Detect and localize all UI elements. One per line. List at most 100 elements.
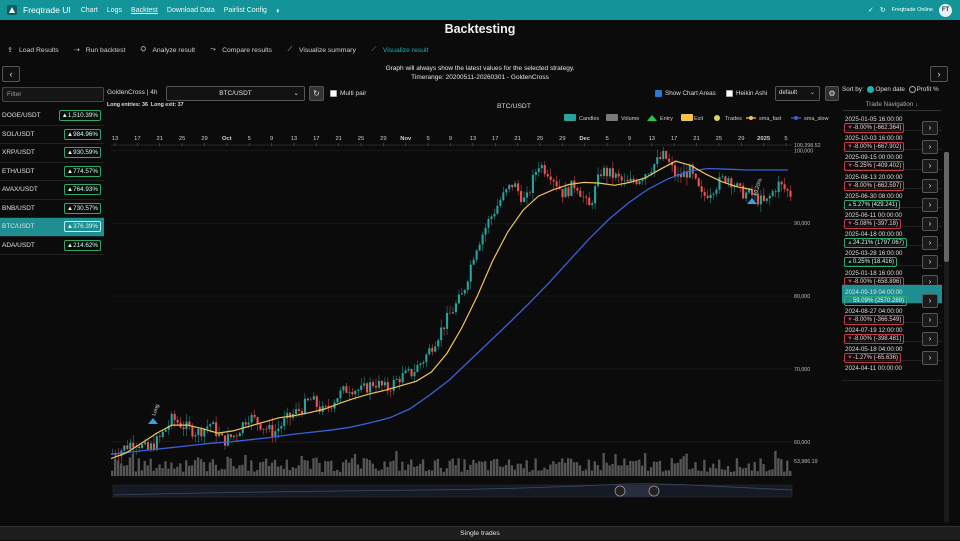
trade-row[interactable]: 2024-04-11 00:00:00 bbox=[842, 361, 942, 381]
x-tick-label: Oct bbox=[222, 136, 232, 142]
avatar[interactable]: FT bbox=[939, 3, 952, 17]
candle-body bbox=[591, 203, 594, 206]
candle-body bbox=[431, 348, 434, 352]
candle-body bbox=[218, 433, 221, 437]
profit-badge: ▲774.57% bbox=[63, 165, 101, 177]
trade-profit-value: -8.00% (-366.549) bbox=[852, 316, 902, 323]
nav-logs[interactable]: Logs bbox=[107, 7, 122, 14]
pair-item-btc[interactable]: BTC/USDT ▲376.39% bbox=[0, 218, 104, 237]
trade-row[interactable]: 2025-03-28 16:00:00 ▲0.25% (18.416) › bbox=[842, 246, 942, 270]
volume-bar bbox=[442, 471, 445, 476]
x-tick-label: 25 bbox=[537, 136, 543, 142]
trade-row[interactable]: 2025-04-18 00:00:00 ▲24.21% (1797.067) › bbox=[842, 227, 942, 251]
refresh-icon[interactable]: ↻ bbox=[880, 6, 886, 14]
x-tick-label: 21 bbox=[693, 136, 699, 142]
trade-row[interactable]: 2025-08-13 20:00:00 ▼-8.00% (-662.597) › bbox=[842, 170, 942, 193]
multi-pair-checkbox[interactable]: Multi pair bbox=[330, 90, 366, 97]
trade-row[interactable]: 2025-09-15 00:00:00 ▼-5.25% (-409.402) › bbox=[842, 150, 942, 174]
candle-body bbox=[434, 346, 437, 352]
tab-run-backtest[interactable]: ⇢ Run backtest bbox=[73, 46, 126, 55]
prev-button[interactable]: ‹ bbox=[2, 66, 20, 82]
sort-open-date-label[interactable]: Open date bbox=[875, 86, 904, 93]
checkbox-box[interactable] bbox=[726, 90, 733, 97]
pair-item-bnb[interactable]: BNB/USDT ▲730.57% bbox=[0, 200, 104, 218]
nav-download-data[interactable]: Download Data bbox=[167, 7, 215, 14]
pair-item-eth[interactable]: ETH/USDT ▲774.57% bbox=[0, 163, 104, 181]
sort-profit-radio[interactable] bbox=[908, 86, 916, 93]
pair-item-sol[interactable]: SOL/USDT ▲984.96% bbox=[0, 126, 104, 144]
theme-toggle-icon[interactable]: ◐ bbox=[276, 6, 281, 15]
pair-filter-input[interactable]: Filter bbox=[2, 87, 104, 102]
trade-row[interactable]: 2025-01-18 16:00:00 ▼-8.00% (-658.896) › bbox=[842, 266, 942, 289]
pair-item-xrp[interactable]: XRP/USDT ▲930.59% bbox=[0, 144, 104, 163]
tab-label: Load Results bbox=[19, 46, 59, 54]
candle-body bbox=[428, 348, 431, 355]
trade-label: Long bbox=[151, 404, 161, 417]
candle-body bbox=[662, 151, 665, 159]
candle-body bbox=[280, 426, 283, 429]
sort-open-date-radio[interactable] bbox=[867, 86, 875, 93]
candle-body bbox=[724, 176, 727, 183]
trade-row[interactable]: 2024-05-18 04:00:00 ▼-1.27% (-65.636) › bbox=[842, 342, 942, 366]
trade-date: 2025-06-11 00:00:00 bbox=[845, 211, 902, 219]
pair-item-ada[interactable]: ADA/USDT ▲214.62% bbox=[0, 237, 104, 255]
pair-item-avax[interactable]: AVAX/USDT ▲764.93% bbox=[0, 181, 104, 200]
checkbox-box[interactable] bbox=[330, 90, 337, 97]
show-chart-areas-checkbox[interactable]: Show Chart Areas bbox=[655, 90, 716, 97]
pair-item-doge[interactable]: DOGE/USDT ▲1,510.39% bbox=[0, 107, 104, 126]
next-button[interactable]: › bbox=[930, 66, 948, 82]
single-trades-footer[interactable]: Single trades bbox=[0, 526, 960, 540]
candle-body bbox=[141, 444, 144, 449]
trade-row[interactable]: 2024-09-19 04:00:00 ▲59.09% (2570.289) › bbox=[842, 284, 942, 308]
check-icon[interactable]: ✓ bbox=[868, 6, 874, 14]
chart-navigator[interactable] bbox=[112, 483, 793, 498]
volume-bar bbox=[306, 460, 309, 476]
trade-row[interactable]: 2025-10-03 16:00:00 ▼-8.00% (-667.902) › bbox=[842, 131, 942, 155]
volume-bar bbox=[164, 461, 167, 476]
volume-bar bbox=[697, 470, 700, 476]
volume-bar bbox=[344, 459, 348, 476]
nav-pairlist-config[interactable]: Pairlist Config bbox=[224, 7, 267, 14]
volume-bar bbox=[267, 465, 271, 476]
pair-name: DOGE/USDT bbox=[2, 112, 41, 120]
scrollbar-thumb[interactable] bbox=[944, 152, 949, 262]
brand-link[interactable]: Freqtrade UI bbox=[23, 5, 71, 15]
candle-body bbox=[330, 407, 333, 409]
candle-body bbox=[759, 195, 762, 205]
candle-body bbox=[706, 195, 709, 199]
trade-row[interactable]: 2024-07-19 12:00:00 ▼-8.00% (-398.481) › bbox=[842, 323, 942, 347]
heikin-ashi-checkbox[interactable]: Heikin Ashi bbox=[726, 90, 767, 97]
nav-backtest[interactable]: Backtest bbox=[131, 7, 158, 14]
volume-bar bbox=[469, 464, 472, 476]
trade-row[interactable]: 2024-08-27 04:00:00 ▼-8.00% (-366.549) › bbox=[842, 304, 942, 327]
trade-row[interactable]: 2025-06-30 08:00:00 ▲5.27% (429.241) › bbox=[842, 189, 942, 212]
volume-bar bbox=[315, 457, 318, 476]
candle-body bbox=[540, 165, 543, 169]
trade-row[interactable]: 2025-01-05 16:00:00 ▼-8.00% (-662.364) › bbox=[842, 112, 942, 135]
trade-date: 2024-05-18 04:00:00 bbox=[845, 346, 903, 354]
candle-body bbox=[351, 392, 354, 395]
volume-bar bbox=[552, 461, 555, 476]
sort-profit-label[interactable]: Profit % bbox=[917, 86, 939, 93]
volume-bar bbox=[276, 466, 280, 476]
tab-compare-results[interactable]: ⤳ Compare results bbox=[209, 46, 272, 54]
price-chart[interactable]: BTC/USDT Candles Volume Entry Exit Trades sma… bbox=[106, 98, 840, 504]
tab-analyze-result[interactable]: ⛭ Analyze result bbox=[139, 46, 196, 54]
checkbox-box[interactable] bbox=[655, 90, 662, 97]
candle-body bbox=[555, 181, 558, 187]
tab-load-results[interactable]: ⇪ Load Results bbox=[6, 46, 59, 55]
candle-body bbox=[158, 436, 161, 437]
nav-chart[interactable]: Chart bbox=[81, 7, 98, 14]
candle-body bbox=[626, 179, 629, 182]
freqtrade-logo-icon[interactable] bbox=[6, 4, 18, 16]
tab-visualize-result[interactable]: ⟋ Visualize result bbox=[370, 46, 428, 54]
x-tick-label: 17 bbox=[134, 136, 140, 142]
trade-row[interactable]: 2025-06-11 00:00:00 ▼-5.08% (-397.18) › bbox=[842, 208, 942, 231]
candle-body bbox=[324, 406, 327, 407]
tab-visualize-summary[interactable]: ⟋ Visualize summary bbox=[286, 46, 355, 54]
candle-body bbox=[499, 200, 502, 206]
y-tick-label: 80,000 bbox=[794, 294, 810, 300]
volume-bar bbox=[253, 471, 256, 476]
volume-bar bbox=[543, 467, 546, 476]
candle-body bbox=[466, 281, 469, 290]
